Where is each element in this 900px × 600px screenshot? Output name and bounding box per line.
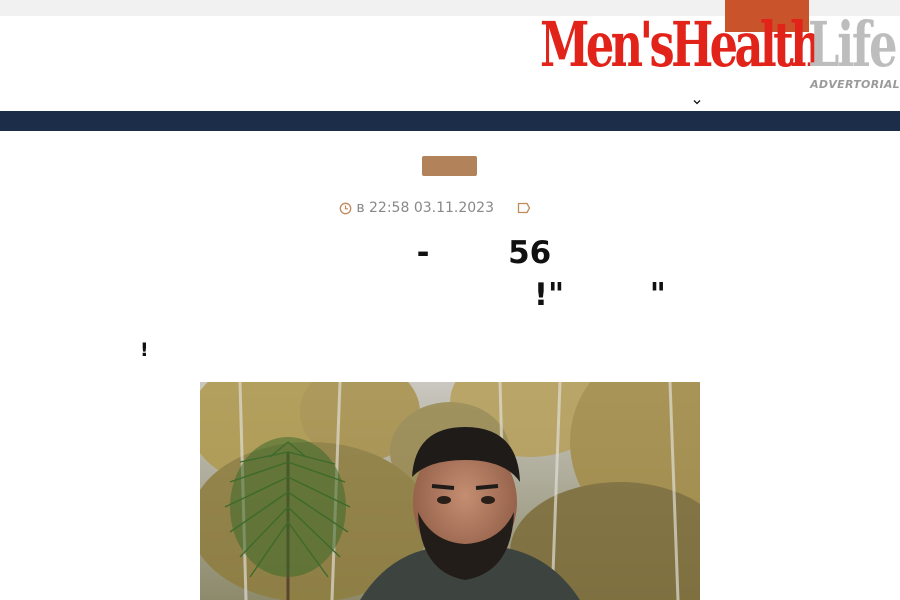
article-meta: в 22:58 03.11.2023 ᅟᅟ [0,198,900,218]
article-author[interactable]: ᅟᅟ [535,200,561,216]
nav-item-label: ᅟᅟ [704,96,729,112]
clock-icon [339,202,352,214]
nav-item-0[interactable]: ᅟᅟ [692,93,728,112]
logo-advertorial: ADVERTORIAL [810,78,900,91]
tag-icon [517,202,531,214]
article-subtitle: !ᅟᅟ ᅟᅟ ᅟᅟ ᅟᅟ ᅟᅟᅟ ᅟᅟ ᅟᅟᅟ ᅟᅟ ᅟᅟᅟ ᅟᅟᅟᅟ ᅟᅟᅟ … [140,339,900,361]
nav-item-label: ᅟᅟ [866,96,890,112]
nav-item-2[interactable]: ᅟᅟ [820,93,844,112]
main-nav: ᅟᅟ ᅟᅟᅟᅟ ᅟᅟ ᅟᅟ [692,93,890,112]
logo-mens-health: Men'sHealth [540,8,823,81]
photo-man-with-pine [200,382,700,600]
nav-band [0,111,900,131]
article-datetime: в 22:58 03.11.2023 [356,200,494,216]
logo-life: Life [808,8,897,81]
chevron-down-icon [693,100,701,105]
nav-item-label: ᅟᅟᅟᅟ [750,96,799,112]
article-title: ᅟᅟ ᅟ ᅟᅟᅟ ᅟᅟ - ᅟᅟ 56 ᅟᅟ ᅟ ᅟᅟᅟ ᅟᅟᅟ ᅟ ᅟᅟᅟ ᅟ… [145,235,755,313]
nav-item-3[interactable]: ᅟᅟ [866,93,890,112]
site-logo[interactable]: Men'sHealth Life ADVERTORIAL [540,12,900,92]
category-badge[interactable]: ᅟᅟᅟ ᅟᅟ [422,156,477,176]
article-photo [200,382,700,600]
nav-item-label: ᅟᅟ [820,96,845,112]
nav-item-1[interactable]: ᅟᅟᅟᅟ [750,93,798,112]
